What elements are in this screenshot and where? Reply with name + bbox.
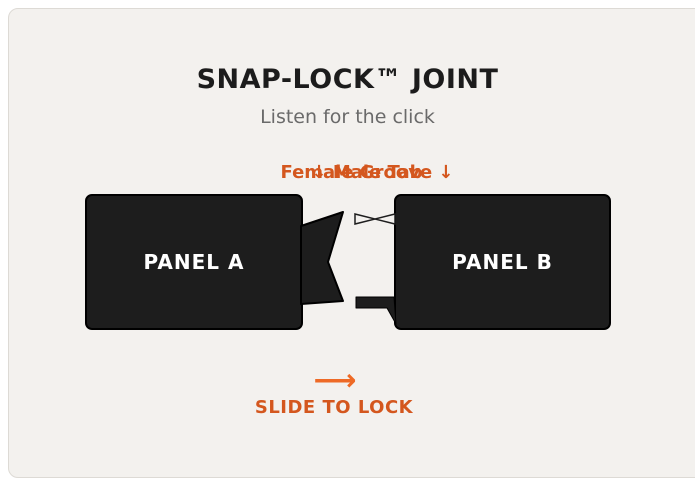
female-groove-callout: Female Groove ↓	[280, 162, 454, 183]
arrow-right-icon: ⟶	[313, 363, 357, 398]
panel-b-label: PANEL B	[452, 250, 553, 274]
slide-to-lock-label: SLIDE TO LOCK	[254, 397, 414, 418]
diagram-title: SNAP-LOCK™ JOINT	[196, 64, 499, 95]
panel-b: PANEL B	[394, 194, 611, 330]
panel-a: PANEL A	[85, 194, 303, 330]
diagram-subtitle: Listen for the click	[260, 106, 435, 128]
panel-a-label: PANEL A	[143, 250, 245, 274]
